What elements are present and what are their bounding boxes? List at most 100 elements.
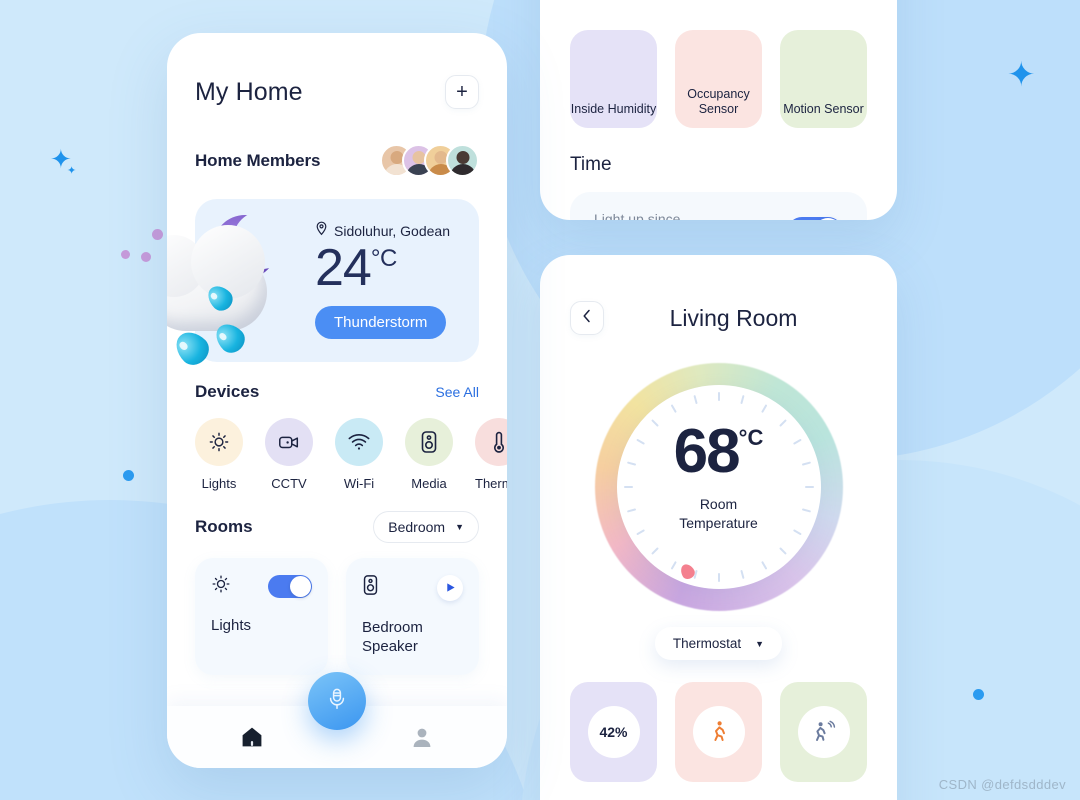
room-device-cards: Lights Bedroom Speaker — [195, 558, 479, 675]
lights-toggle[interactable] — [268, 575, 312, 598]
device-label: Wi-Fi — [343, 476, 375, 491]
dial-tick — [692, 394, 698, 405]
speaker-play-button[interactable] — [437, 574, 463, 601]
room-card-label: Lights — [211, 617, 252, 634]
room-card-bedroom-speaker[interactable]: Bedroom Speaker — [346, 558, 479, 675]
member-avatar-group[interactable] — [380, 144, 479, 177]
rooms-title: Rooms — [195, 517, 253, 536]
sensor-card-inside-humidity[interactable]: Inside Humidity — [570, 30, 657, 128]
dial-tick — [670, 560, 677, 570]
light-up-toggle[interactable] — [787, 217, 843, 220]
nav-item-home[interactable] — [239, 724, 265, 750]
living-room-sensor-occupancy[interactable] — [675, 682, 762, 782]
dial-tick — [739, 394, 745, 405]
rooms-header: Rooms Bedroom ▼ — [195, 511, 479, 543]
weather-card[interactable]: Sidoluhur, Godean 24 °C Thunderstorm — [167, 199, 479, 371]
phone-mockup-home: My Home + Home Members Sidoluhur, Godean… — [167, 33, 507, 768]
devices-list[interactable]: Lights CCTV Wi-Fi Media Ther — [195, 418, 507, 491]
devices-see-all-link[interactable]: See All — [435, 384, 479, 400]
sun-icon — [211, 574, 231, 599]
living-room-sensor-strip: 42% — [540, 660, 897, 782]
home-members-label: Home Members — [195, 150, 321, 170]
dial-tick — [760, 560, 767, 570]
decorative-bubble — [152, 229, 163, 240]
time-section-heading: Time — [570, 154, 612, 175]
dial-tick — [717, 392, 720, 401]
wifi-icon — [335, 418, 383, 466]
add-device-button[interactable]: + — [445, 75, 479, 109]
thermometer-icon — [475, 418, 507, 466]
device-item-wifi[interactable]: Wi-Fi — [335, 418, 383, 491]
dial-temperature-value: 68 — [673, 417, 741, 486]
humidity-value: 42% — [587, 706, 640, 758]
chevron-down-icon: ▼ — [755, 638, 765, 649]
light-up-since-label: Light up since — [594, 211, 681, 220]
speaker-icon — [362, 574, 379, 601]
decorative-bubble — [121, 250, 130, 259]
living-room-header: Living Room — [540, 255, 897, 335]
light-up-since-card[interactable]: Light up since 2h 18m — [570, 192, 867, 220]
panel-living-room: Living Room 68 °C Room Temperature Therm… — [540, 255, 897, 800]
thermostat-dial[interactable]: 68 °C Room Temperature — [594, 363, 843, 611]
rainy-night-cloud-illustration — [167, 211, 307, 371]
dial-tick — [739, 569, 745, 580]
dial-tick — [778, 547, 787, 555]
speaker-icon — [405, 418, 453, 466]
phone-header: My Home + — [195, 75, 479, 109]
sensor-card-motion-sensor[interactable]: Motion Sensor — [780, 30, 867, 128]
weather-location-row: Sidoluhur, Godean — [315, 221, 450, 241]
nav-item-profile[interactable] — [409, 724, 435, 750]
living-room-title: Living Room — [669, 304, 798, 331]
sensor-card-occupancy-sensor[interactable]: Occupancy Sensor — [675, 30, 762, 128]
video-cam-icon — [265, 418, 313, 466]
sparkle-icon: ✦ — [67, 165, 77, 177]
page-title: My Home — [195, 77, 303, 106]
watermark: CSDN @defdsdddev — [938, 777, 1066, 792]
living-room-sensor-humidity[interactable]: 42% — [570, 682, 657, 782]
plus-icon: + — [456, 81, 468, 103]
microphone-icon — [327, 687, 347, 716]
panel-sensors-time: Inside Humidity Occupancy Sensor Motion … — [540, 0, 897, 220]
dial-tick — [670, 404, 677, 414]
living-room-sensor-motion[interactable] — [780, 682, 867, 782]
decorative-dot — [973, 689, 984, 700]
dial-temperature-unit: °C — [738, 425, 764, 450]
walking-person-icon — [692, 706, 745, 758]
dial-label-line2: Temperature — [679, 514, 758, 531]
device-item-lights[interactable]: Lights — [195, 418, 243, 491]
device-label: Lights — [201, 476, 237, 491]
weather-temperature-unit: °C — [370, 245, 397, 272]
weather-temperature-row: 24 °C — [315, 242, 450, 294]
map-pin-icon — [315, 221, 328, 241]
device-item-cctv[interactable]: CCTV — [265, 418, 313, 491]
weather-condition-badge[interactable]: Thunderstorm — [315, 306, 447, 339]
sensor-card-label: Inside Humidity — [570, 102, 657, 117]
dial-tick — [760, 404, 767, 414]
water-drop-icon — [169, 325, 215, 371]
sun-icon — [195, 418, 243, 466]
device-item-thermostat[interactable]: Thermostat — [475, 418, 507, 491]
motion-detect-icon — [797, 706, 850, 758]
device-label: Thermostat — [475, 476, 507, 491]
decorative-bubble — [141, 252, 151, 262]
devices-header: Devices See All — [195, 382, 479, 402]
thermostat-mode-value: Thermostat — [672, 636, 742, 651]
room-card-lights[interactable]: Lights — [195, 558, 328, 675]
voice-assistant-button[interactable] — [308, 672, 366, 730]
room-select-dropdown[interactable]: Bedroom ▼ — [373, 511, 479, 543]
back-button[interactable] — [570, 301, 604, 335]
room-select-value: Bedroom — [388, 519, 446, 535]
chevron-left-icon — [581, 308, 593, 329]
thermostat-mode-dropdown[interactable]: Thermostat ▼ — [654, 627, 783, 660]
device-item-media[interactable]: Media — [405, 418, 453, 491]
dial-tick — [717, 573, 720, 582]
dial-label-line1: Room — [699, 496, 738, 512]
weather-location: Sidoluhur, Godean — [334, 223, 450, 239]
avatar[interactable] — [446, 144, 479, 177]
room-card-label: Bedroom Speaker — [362, 619, 423, 655]
sensor-card-label: Occupancy Sensor — [687, 86, 750, 117]
home-members-row: Home Members — [195, 144, 479, 177]
sparkle-icon: ✦ — [1007, 56, 1036, 94]
weather-temperature-value: 24 — [315, 239, 372, 297]
device-label: Media — [411, 476, 447, 491]
